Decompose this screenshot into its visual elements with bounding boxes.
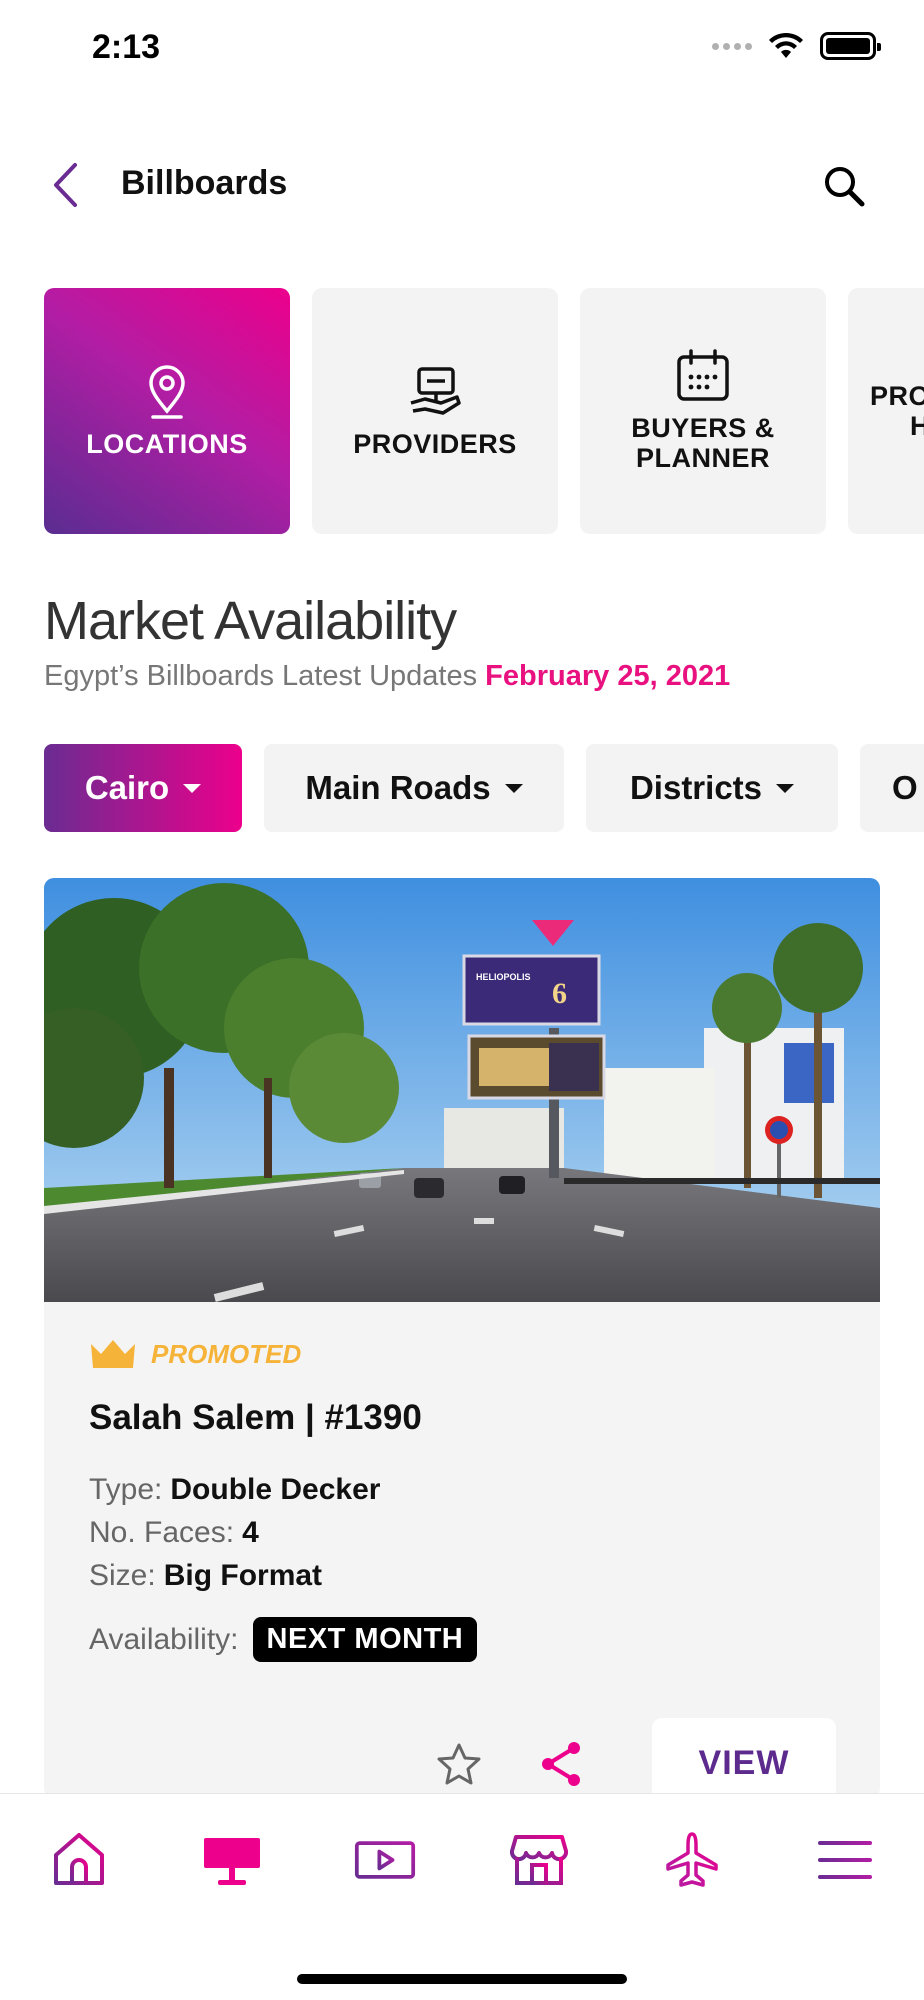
market-date: February 25, 2021 <box>485 660 731 692</box>
filter-city[interactable]: Cairo <box>44 744 242 832</box>
tile-providers[interactable]: PROVIDERS <box>312 288 558 534</box>
calendar-icon <box>677 349 729 401</box>
tile-locations[interactable]: LOCATIONS <box>44 288 290 534</box>
market-subtitle-text: Egypt’s Billboards Latest Updates <box>44 660 478 692</box>
menu-icon <box>817 1841 872 1879</box>
chevron-down-icon <box>776 783 795 793</box>
tile-label: PROVIDERS <box>353 429 517 459</box>
share-button[interactable] <box>540 1740 584 1793</box>
nav-billboards[interactable] <box>201 1830 263 1890</box>
share-icon <box>542 1742 580 1786</box>
tile-label-line: H <box>910 411 924 441</box>
home-indicator <box>297 1974 627 1984</box>
search-button[interactable] <box>816 158 872 214</box>
card-body: PROMOTED Salah Salem | #1390 Type: Double… <box>44 1302 880 1698</box>
filter-bar: Cairo Main Roads Districts O <box>44 744 924 832</box>
filter-partial[interactable]: O <box>860 744 924 832</box>
spec-value: Double Decker <box>170 1473 381 1506</box>
tile-label-line: BUYERS & <box>631 413 775 443</box>
chevron-down-icon <box>183 783 202 793</box>
billboard-card[interactable]: HELIOPOLIS 6 PROMOTED Salah Salem | #139… <box>44 878 880 1798</box>
spec-type: Type: Double Decker <box>89 1468 835 1511</box>
tile-label-line: PRO <box>870 381 924 411</box>
tile-label: BUYERS & PLANNER <box>631 413 775 473</box>
wifi-icon <box>769 32 803 58</box>
favorite-button[interactable] <box>436 1742 482 1791</box>
battery-icon <box>820 32 881 60</box>
view-button[interactable]: VIEW <box>652 1718 836 1798</box>
video-icon <box>355 1841 416 1879</box>
spec-label: No. Faces: <box>89 1516 235 1549</box>
billboard-icon <box>204 1838 261 1885</box>
app-header: Billboards <box>0 140 924 230</box>
bottom-nav <box>0 1793 924 2000</box>
spec-size: Size: Big Format <box>89 1554 835 1597</box>
filter-label: Districts <box>629 769 763 806</box>
signal-icon <box>712 42 752 50</box>
billboard-text: HELIOPOLIS <box>476 972 531 982</box>
billboard-photo: HELIOPOLIS 6 <box>44 878 880 1302</box>
chevron-left-icon <box>54 163 77 207</box>
airplane-icon <box>666 1832 718 1887</box>
spec-label: Type: <box>89 1473 163 1506</box>
availability-row: Availability: NEXT MONTH <box>89 1617 835 1662</box>
tile-label: PRO H <box>870 381 924 441</box>
filter-label: Cairo <box>84 769 170 806</box>
card-actions: VIEW <box>44 1718 880 1798</box>
nav-store[interactable] <box>508 1830 570 1890</box>
availability-badge: NEXT MONTH <box>252 1617 478 1662</box>
promoted-badge: PROMOTED <box>89 1338 835 1370</box>
star-icon <box>437 1743 481 1785</box>
status-icons <box>712 32 881 60</box>
back-button[interactable] <box>40 158 90 212</box>
filter-label: Main Roads <box>305 769 491 806</box>
nav-home[interactable] <box>48 1830 110 1890</box>
promoted-label: PROMOTED <box>151 1338 302 1369</box>
spec-label: Size: <box>89 1559 156 1592</box>
status-time: 2:13 <box>92 28 161 66</box>
search-icon <box>825 167 865 207</box>
tile-partial[interactable]: PRO H <box>848 288 924 534</box>
provider-icon <box>410 367 461 415</box>
home-icon <box>54 1833 104 1885</box>
card-specs: Type: Double Decker No. Faces: 4 Size: Big … <box>89 1468 835 1597</box>
spec-value: 4 <box>242 1516 259 1549</box>
nav-travel[interactable] <box>661 1830 723 1890</box>
status-bar: 2:13 <box>0 0 924 100</box>
spec-faces: No. Faces: 4 <box>89 1511 835 1554</box>
location-pin-icon <box>149 365 185 419</box>
crown-icon <box>91 1340 135 1368</box>
spec-value: Big Format <box>163 1559 323 1592</box>
filter-label: O <box>892 769 918 806</box>
nav-video[interactable] <box>354 1830 416 1890</box>
tile-label-line: PLANNER <box>635 443 770 473</box>
tile-buyers-planner[interactable]: BUYERS & PLANNER <box>580 288 826 534</box>
page-title: Billboards <box>121 164 288 202</box>
category-tiles: LOCATIONS PROVIDERS BUYERS & PLANNER PRO <box>44 288 924 534</box>
filter-districts[interactable]: Districts <box>586 744 838 832</box>
availability-label: Availability: <box>89 1622 239 1656</box>
card-title: Salah Salem | #1390 <box>89 1398 422 1437</box>
market-title: Market Availability <box>44 591 457 651</box>
filter-main-roads[interactable]: Main Roads <box>264 744 564 832</box>
chevron-down-icon <box>504 783 523 793</box>
nav-menu[interactable] <box>814 1830 876 1890</box>
market-subtitle: Egypt’s Billboards Latest Updates Februa… <box>44 660 730 693</box>
store-icon <box>509 1835 568 1885</box>
tile-label: LOCATIONS <box>86 429 248 459</box>
billboard-number: 6 <box>552 977 567 1010</box>
